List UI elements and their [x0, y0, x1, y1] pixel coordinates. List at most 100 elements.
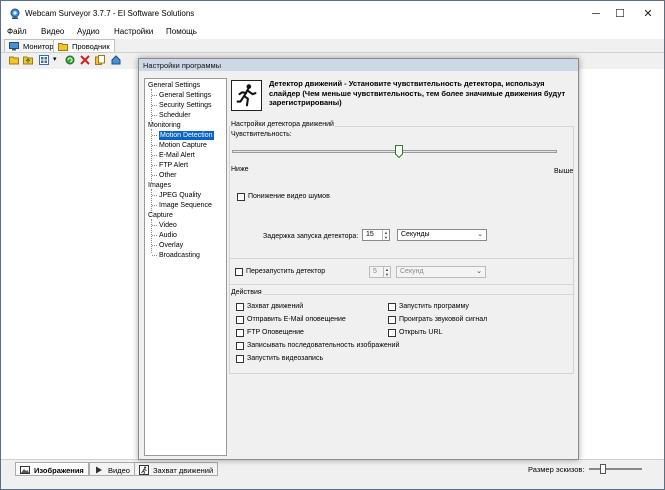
capture-motion-checkbox[interactable]	[236, 303, 244, 311]
tree-connector	[152, 195, 157, 196]
header-line-1: Детектор движений - Установите чувствите…	[269, 79, 545, 88]
header-line-3: зарегистрированы)	[269, 98, 342, 107]
restart-detector-label: Перезапустить детектор	[246, 268, 326, 275]
tree-node-broadcasting[interactable]: Broadcasting	[159, 251, 200, 260]
noise-reduction-checkbox[interactable]	[237, 193, 245, 201]
menu-video[interactable]: Видео	[41, 27, 64, 36]
menu-audio[interactable]: Аудио	[77, 27, 100, 36]
tree-node-images[interactable]: Images	[148, 181, 171, 190]
tree-connector	[152, 255, 157, 256]
email-alert-checkbox[interactable]	[236, 316, 244, 324]
sensitivity-high-label: Выше	[554, 168, 574, 175]
restart-interval-spinner[interactable]: 5 ▲ ▼	[369, 266, 391, 278]
motion-icon	[139, 465, 149, 475]
tree-node-overlay[interactable]: Overlay	[159, 241, 183, 250]
maximize-button[interactable]: ☐	[607, 4, 633, 24]
tree-connector	[152, 145, 157, 146]
tree-node-motion-detection[interactable]: Motion Detection	[159, 131, 214, 140]
tab-motion-capture-label: Захват движений	[153, 466, 214, 475]
detector-delay-unit-value: Секунды	[401, 231, 430, 238]
motion-detector-icon	[231, 80, 262, 111]
image-icon	[20, 466, 30, 474]
tree-node-ftp-alert[interactable]: FTP Alert	[159, 161, 188, 170]
noise-reduction-label: Понижение видео шумов	[248, 193, 330, 200]
thumb-size-slider[interactable]	[589, 464, 642, 474]
tab-explorer[interactable]: Проводник	[53, 39, 115, 52]
section-header: Детектор движений - Установите чувствите…	[269, 79, 569, 108]
tab-video[interactable]: Видео	[89, 462, 135, 476]
tab-monitor[interactable]: Монитор	[4, 39, 59, 52]
webcam-app-icon	[10, 8, 20, 19]
refresh-icon[interactable]	[65, 55, 75, 65]
tree-connector	[152, 245, 157, 246]
tree-node-jpeg-quality[interactable]: JPEG Quality	[159, 191, 201, 200]
restart-detector-checkbox[interactable]	[235, 268, 243, 276]
restart-interval-unit-select[interactable]: Секунд ⌄	[396, 266, 486, 278]
settings-dialog: Настройки программы General Settings Gen…	[138, 58, 579, 460]
tree-connector	[152, 235, 157, 236]
restart-interval-value: 5	[373, 268, 377, 275]
view-icon[interactable]	[39, 55, 49, 65]
tree-node-motion-capture[interactable]: Motion Capture	[159, 141, 207, 150]
tree-node-image-sequence[interactable]: Image Sequence	[159, 201, 212, 210]
start-video-recording-label: Запустить видеозапись	[247, 355, 324, 362]
thumb-size-slider-handle[interactable]	[600, 464, 606, 474]
tree-node-video[interactable]: Video	[159, 221, 177, 230]
chevron-down-icon: ⌄	[477, 231, 483, 238]
tab-images[interactable]: Изображения	[15, 462, 89, 476]
tree-connector	[152, 135, 157, 136]
dialog-title: Настройки программы	[139, 59, 578, 71]
folder-up-icon[interactable]	[23, 55, 33, 65]
detector-delay-unit-select[interactable]: Секунды ⌄	[397, 229, 487, 241]
play-sound-checkbox[interactable]	[388, 316, 396, 324]
view-tabs: Монитор Проводник	[1, 39, 664, 53]
tree-node-monitoring[interactable]: Monitoring	[148, 121, 181, 130]
tree-connector	[152, 205, 157, 206]
copy-icon[interactable]	[95, 55, 105, 65]
tree-connector	[152, 165, 157, 166]
dropdown-arrow-icon[interactable]: ▾	[53, 55, 57, 63]
record-image-sequence-checkbox[interactable]	[236, 342, 244, 350]
home-icon[interactable]	[111, 55, 121, 65]
folder-open-icon[interactable]	[9, 55, 19, 65]
open-url-label: Открыть URL	[399, 329, 443, 336]
chevron-down-icon: ⌄	[476, 268, 482, 275]
menu-help[interactable]: Помощь	[166, 27, 197, 36]
delete-icon[interactable]	[80, 55, 90, 65]
tree-node-capture[interactable]: Capture	[148, 211, 173, 220]
tab-video-label: Видео	[108, 466, 130, 475]
tree-node-general-settings-child[interactable]: General Settings	[159, 91, 211, 100]
sensitivity-label: Чувствительность:	[231, 131, 292, 138]
minimize-button[interactable]: ─	[583, 4, 609, 24]
email-alert-label: Отправить E-Mail оповещение	[247, 316, 346, 323]
sensitivity-slider-handle[interactable]	[395, 145, 403, 158]
run-program-label: Запустить программу	[399, 303, 469, 310]
tree-connector	[152, 175, 157, 176]
open-url-checkbox[interactable]	[388, 329, 396, 337]
tree-node-other[interactable]: Other	[159, 171, 177, 180]
header-line-2: слайдер (Чем меньше чувствительность, те…	[269, 88, 566, 98]
menu-file[interactable]: Файл	[7, 27, 27, 36]
ftp-alert-label: FTP Оповещение	[247, 329, 304, 336]
tree-node-general-settings[interactable]: General Settings	[148, 81, 200, 90]
tree-node-security-settings[interactable]: Security Settings	[159, 101, 212, 110]
tree-node-audio[interactable]: Audio	[159, 231, 177, 240]
tree-connector	[152, 225, 157, 226]
tab-motion-capture[interactable]: Захват движений	[134, 462, 219, 476]
detector-delay-spinner[interactable]: 15 ▲ ▼	[362, 229, 390, 241]
start-video-recording-checkbox[interactable]	[236, 355, 244, 363]
run-program-checkbox[interactable]	[388, 303, 396, 311]
folder-icon	[58, 43, 68, 51]
settings-tree[interactable]: General Settings General Settings Securi…	[144, 78, 227, 456]
ftp-alert-checkbox[interactable]	[236, 329, 244, 337]
restart-interval-unit-value: Секунд	[400, 268, 424, 275]
spinner-arrows-icon[interactable]: ▲ ▼	[383, 267, 390, 277]
menu-settings[interactable]: Настройки	[114, 27, 153, 36]
tree-connector	[151, 189, 152, 213]
tree-node-scheduler[interactable]: Scheduler	[159, 111, 191, 120]
tree-connector	[152, 105, 157, 106]
tree-node-email-alert[interactable]: E-Mail Alert	[159, 151, 195, 160]
close-button[interactable]: ✕	[635, 4, 661, 24]
spinner-arrows-icon[interactable]: ▲ ▼	[382, 230, 389, 240]
title-bar: Webcam Surveyor 3.7.7 - EI Software Solu…	[1, 1, 664, 27]
